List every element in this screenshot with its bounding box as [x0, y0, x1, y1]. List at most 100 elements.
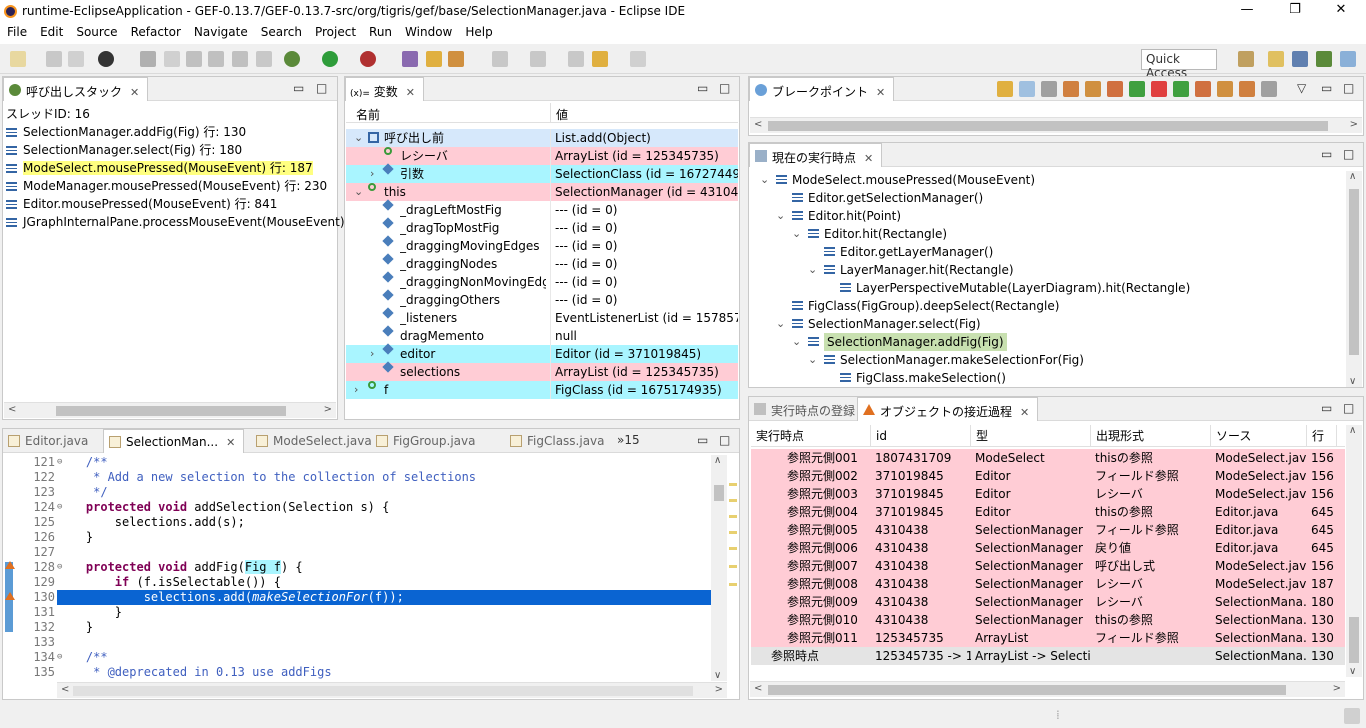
variable-row[interactable]: _draggingNonMovingEdge --- (id = 0)	[346, 271, 738, 291]
tab-register-points[interactable]: 実行時点の登録	[749, 397, 863, 421]
execution-point-node[interactable]: ⌄ Editor.hit(Rectangle)	[750, 225, 1346, 243]
menu-edit[interactable]: Edit	[33, 24, 69, 39]
expand-icon[interactable]: ⌄	[792, 333, 801, 351]
scroll-thumb[interactable]	[73, 686, 693, 696]
minimize-icon[interactable]: ▭	[293, 81, 304, 95]
stack-frame[interactable]: ModeManager.mousePressed(MouseEvent) 行: …	[6, 177, 337, 195]
expand-icon[interactable]: ⌄	[354, 183, 363, 201]
maximize-button[interactable]: ❐	[1280, 2, 1310, 22]
variable-row[interactable]: _draggingNodes --- (id = 0)	[346, 253, 738, 273]
expand-icon[interactable]: ⌄	[792, 225, 801, 243]
code-line[interactable]: 131 }	[13, 605, 711, 620]
history-row[interactable]: 参照元側003 371019845 Editor レシーバ ModeSelect.jav…	[751, 485, 1345, 503]
stack-frame[interactable]: SelectionManager.addFig(Fig) 行: 130	[6, 123, 337, 141]
maximize-icon[interactable]: □	[719, 81, 730, 95]
maximize-icon[interactable]: □	[1343, 81, 1354, 95]
scroll-thumb[interactable]	[1349, 617, 1359, 663]
editor-vscrollbar[interactable]: ∧ ∨	[711, 455, 727, 681]
expand-icon[interactable]: ⌄	[776, 315, 785, 333]
scroll-left-icon[interactable]: <	[754, 119, 762, 130]
history-row[interactable]: 参照元側010 4310438 SelectionManager thisの参照 Sel…	[751, 611, 1345, 629]
code-line[interactable]: 132 }	[13, 620, 711, 635]
external-tools-icon[interactable]	[360, 51, 376, 67]
callstack-hscrollbar[interactable]: < >	[4, 402, 336, 418]
new-package-icon[interactable]	[402, 51, 418, 67]
execution-point-node[interactable]: ⌄ LayerManager.hit(Rectangle)	[750, 261, 1346, 279]
scroll-left-icon[interactable]: <	[754, 683, 762, 694]
scroll-down-icon[interactable]: ∨	[1349, 376, 1356, 387]
tab-current-point[interactable]: 現在の実行時点 ✕	[749, 143, 883, 167]
quick-access-input[interactable]: Quick Access	[1141, 49, 1217, 80]
code-line[interactable]: 128 ⊖ protected void addFig(Fig f) {	[13, 560, 711, 575]
collapse-icon[interactable]: ›	[370, 345, 374, 363]
custom-perspective-icon[interactable]	[1340, 51, 1356, 67]
pin-icon[interactable]	[164, 51, 180, 67]
variable-row[interactable]: _draggingMovingEdges --- (id = 0)	[346, 235, 738, 255]
code-line[interactable]: 134 ⊖ /**	[13, 650, 711, 665]
scroll-up-icon[interactable]: ∧	[714, 455, 721, 466]
close-icon[interactable]: ✕	[130, 86, 139, 99]
expand-icon[interactable]: ⌄	[354, 129, 363, 147]
column-header[interactable]: id	[871, 425, 971, 447]
close-icon[interactable]: ✕	[876, 86, 885, 99]
tab-overflow[interactable]: »15	[617, 433, 640, 447]
debug-icon[interactable]	[284, 51, 300, 67]
editor-tab[interactable]: Editor.java	[3, 429, 96, 453]
close-button[interactable]: ✕	[1326, 2, 1356, 22]
menu-project[interactable]: Project	[308, 24, 362, 39]
scroll-right-icon[interactable]: >	[1333, 683, 1341, 694]
execution-point-node[interactable]: FigClass.makeSelection()	[750, 369, 1346, 387]
expand-icon[interactable]: ⌄	[776, 207, 785, 225]
stop-icon[interactable]	[1151, 81, 1167, 97]
maximize-icon[interactable]: □	[1343, 147, 1354, 161]
menu-file[interactable]: File	[0, 24, 33, 39]
code-line[interactable]: 124 ⊖ protected void addSelection(Selecti…	[13, 500, 711, 515]
scroll-down-icon[interactable]: ∨	[714, 670, 721, 681]
close-icon[interactable]: ✕	[406, 86, 415, 99]
column-header[interactable]: 型	[971, 425, 1091, 447]
toolbar-icon[interactable]	[997, 81, 1013, 97]
scroll-thumb[interactable]	[56, 406, 286, 416]
column-header[interactable]: 出現形式	[1091, 425, 1211, 447]
menu-window[interactable]: Window	[398, 24, 458, 39]
execution-point-node[interactable]: ⌄ Editor.hit(Point)	[750, 207, 1346, 225]
tab-callstack[interactable]: 呼び出しスタック ✕	[3, 77, 149, 101]
column-header[interactable]: ソース	[1211, 425, 1307, 447]
variable-row[interactable]: › 引数 SelectionClass (id = 1672744985)	[346, 163, 738, 183]
execution-point-node[interactable]: ⌄ ModeSelect.mousePressed(MouseEvent)	[750, 171, 1346, 189]
close-icon[interactable]: ✕	[226, 436, 235, 449]
new-icon[interactable]	[10, 51, 26, 67]
code-line[interactable]: 121 ⊖ /**	[13, 455, 711, 470]
expand-icon[interactable]: ⌄	[760, 171, 769, 189]
link-icon[interactable]	[140, 51, 156, 67]
pilcrow-icon[interactable]	[256, 51, 272, 67]
java-perspective-icon[interactable]	[1268, 51, 1284, 67]
variable-row[interactable]: › f FigClass (id = 1675174935)	[346, 381, 738, 399]
code-line[interactable]: 122 * Add a new selection to the collect…	[13, 470, 711, 485]
status-icon[interactable]	[1344, 708, 1360, 724]
history-row[interactable]: 参照元側009 4310438 SelectionManager レシーバ Select…	[751, 593, 1345, 611]
menu-run[interactable]: Run	[362, 24, 398, 39]
editor-tab[interactable]: ModeSelect.java	[251, 429, 380, 453]
variable-row[interactable]: _listeners EventListenerList (id = 157857…	[346, 307, 738, 327]
history-row[interactable]: 参照元側001 1807431709 ModeSelect thisの参照 ModeSe…	[751, 449, 1345, 467]
code-line[interactable]: 133	[13, 635, 711, 650]
view-menu-icon[interactable]: ▽	[1297, 81, 1306, 95]
variable-row[interactable]: _draggingOthers --- (id = 0)	[346, 289, 738, 309]
scroll-thumb[interactable]	[768, 685, 1286, 695]
toolbar-icon[interactable]	[1041, 81, 1057, 97]
variable-row[interactable]: selections ArrayList (id = 125345735)	[346, 361, 738, 381]
expand-icon[interactable]: ⌄	[808, 351, 817, 369]
stack-frame[interactable]: SelectionManager.select(Fig) 行: 180	[6, 141, 337, 159]
collapse-icon[interactable]: ›	[370, 165, 374, 183]
tab-breakpoints[interactable]: ブレークポイント ✕	[749, 77, 895, 101]
debug-perspective-icon[interactable]	[1316, 51, 1332, 67]
toolbar-icon[interactable]	[1063, 81, 1079, 97]
code-line[interactable]: 126 }	[13, 530, 711, 545]
column-value[interactable]: 値	[556, 106, 568, 123]
code-line[interactable]: 123 */	[13, 485, 711, 500]
close-icon[interactable]: ✕	[1020, 406, 1029, 419]
execution-point-node[interactable]: ⌄ SelectionManager.makeSelectionFor(Fig)	[750, 351, 1346, 369]
run-icon[interactable]	[322, 51, 338, 67]
tab-object-approach[interactable]: オブジェクトの接近過程 ✕	[857, 397, 1039, 421]
